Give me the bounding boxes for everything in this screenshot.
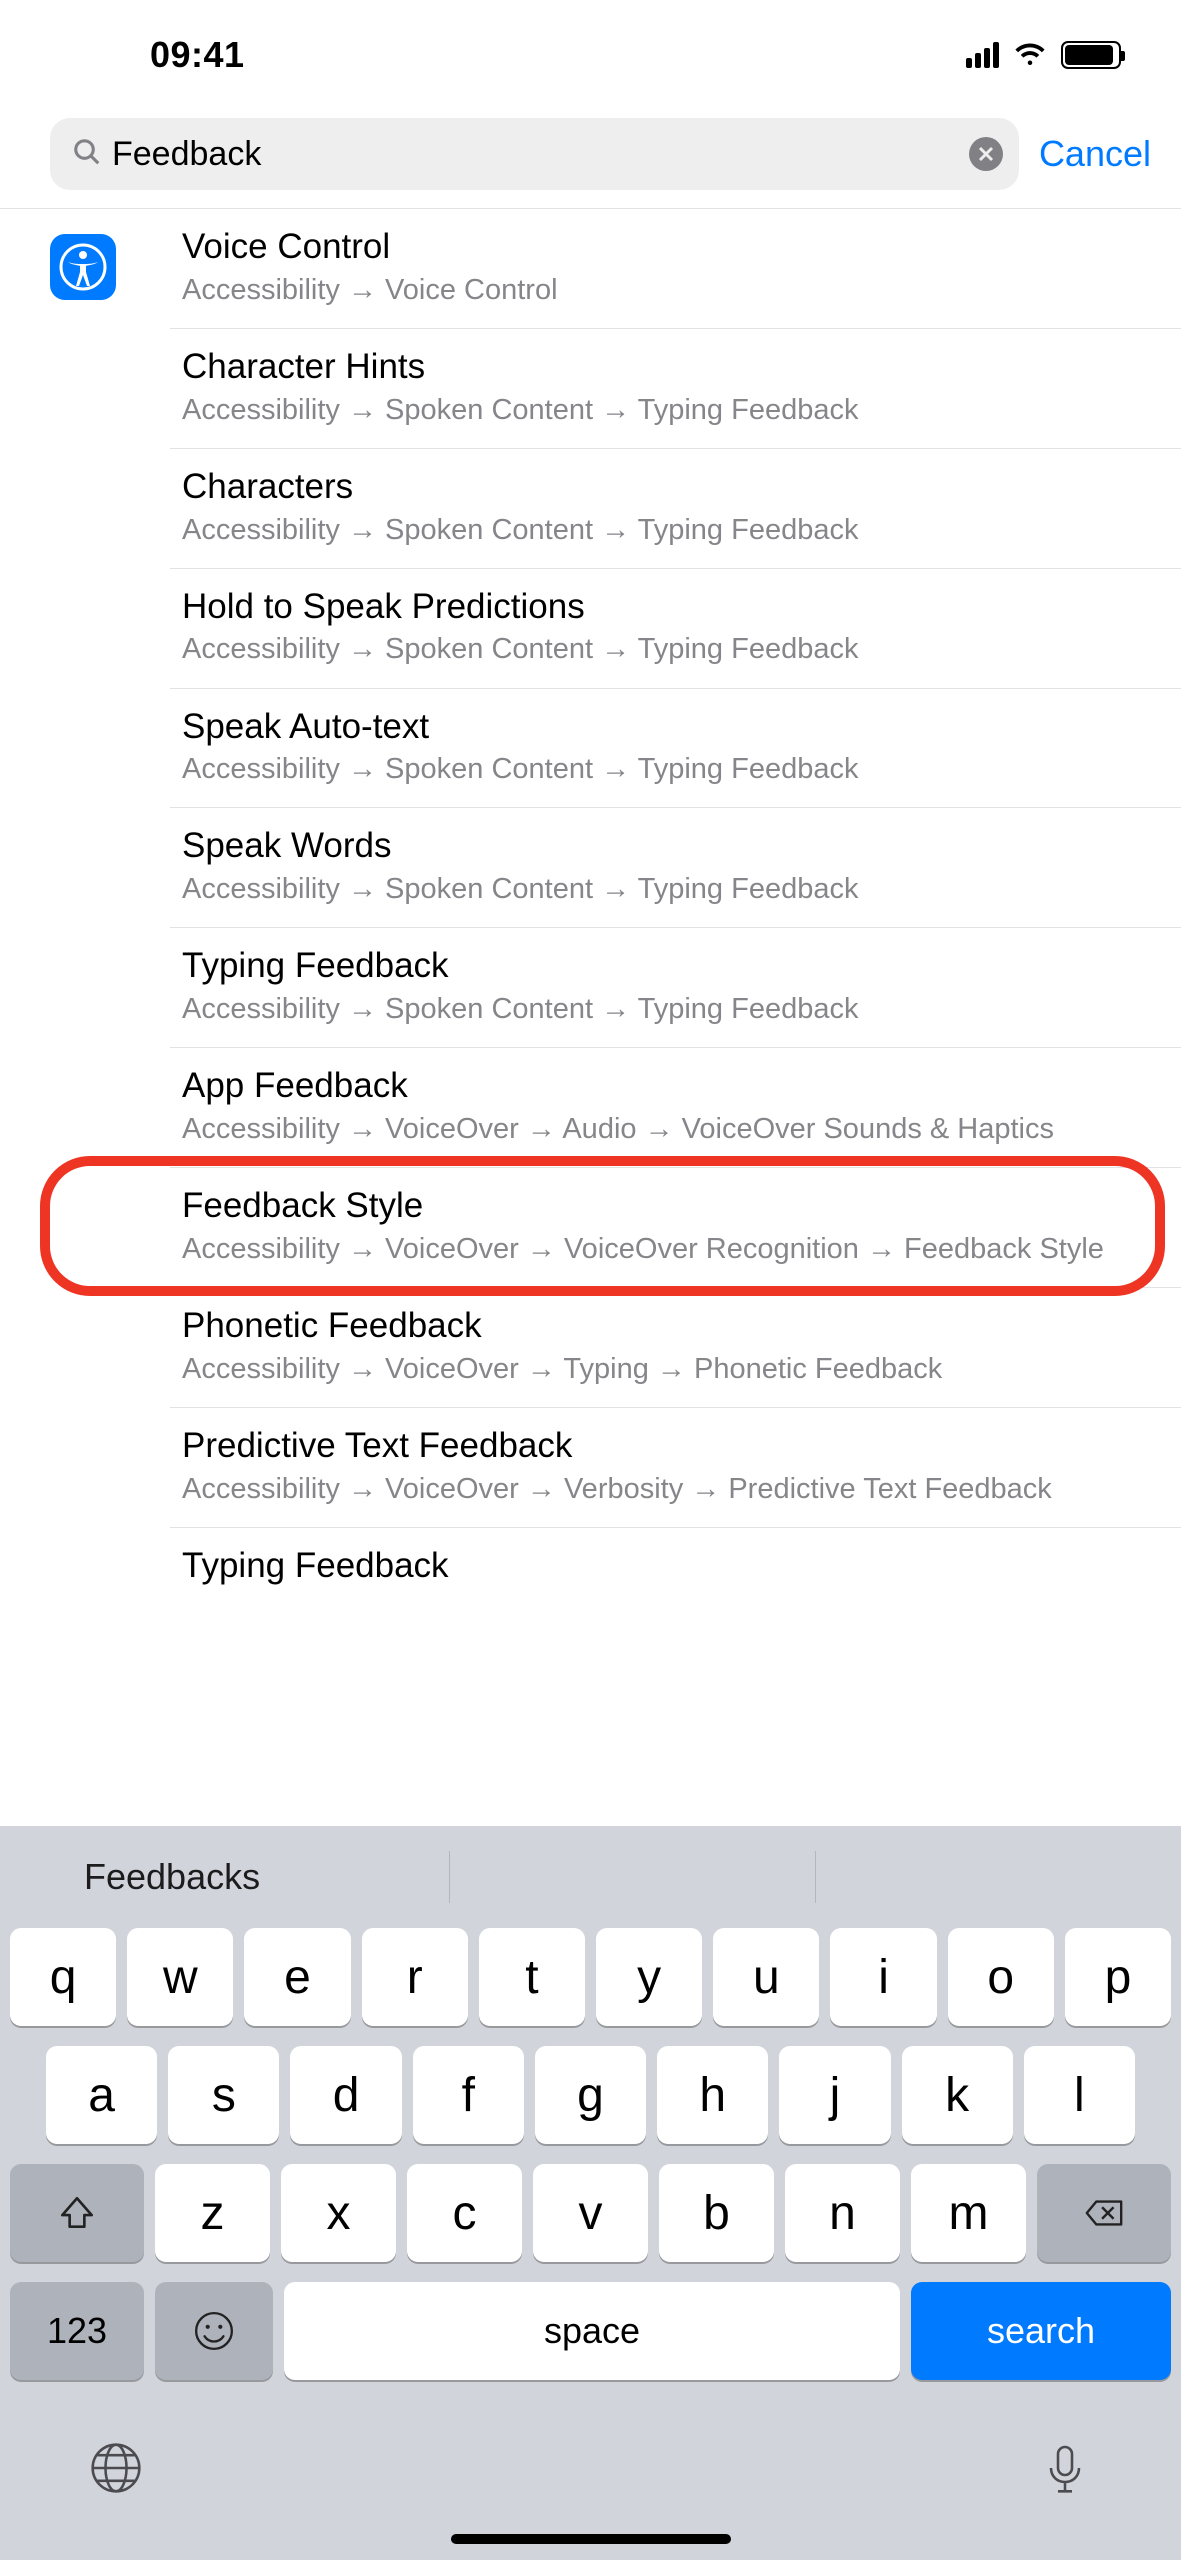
key-w[interactable]: w xyxy=(127,1928,233,2026)
result-title: Typing Feedback xyxy=(182,944,1151,988)
key-m[interactable]: m xyxy=(911,2164,1026,2262)
key-d[interactable]: d xyxy=(290,2046,401,2144)
mic-icon[interactable] xyxy=(1037,2440,1093,2501)
key-z[interactable]: z xyxy=(155,2164,270,2262)
suggestion-1[interactable]: Feedbacks xyxy=(0,1856,449,1898)
key-y[interactable]: y xyxy=(596,1928,702,2026)
result-path: Accessibility → Spoken Content → Typing … xyxy=(182,511,1151,550)
search-field[interactable] xyxy=(50,118,1019,190)
keyboard-toolbar xyxy=(0,2390,1181,2550)
key-e[interactable]: e xyxy=(244,1928,350,2026)
result-path: Accessibility → VoiceOver → Verbosity → … xyxy=(182,1470,1151,1509)
keyboard-suggestions: Feedbacks xyxy=(0,1826,1181,1928)
key-q[interactable]: q xyxy=(10,1928,116,2026)
emoji-key[interactable] xyxy=(155,2282,273,2380)
key-k[interactable]: k xyxy=(902,2046,1013,2144)
keyboard-row-2: asdfghjkl xyxy=(0,2046,1181,2144)
key-l[interactable]: l xyxy=(1024,2046,1135,2144)
result-path: Accessibility → VoiceOver → VoiceOver Re… xyxy=(182,1230,1151,1269)
search-key[interactable]: search xyxy=(911,2282,1171,2380)
key-o[interactable]: o xyxy=(948,1928,1054,2026)
accessibility-app-icon xyxy=(50,234,116,300)
key-i[interactable]: i xyxy=(830,1928,936,2026)
result-title: Predictive Text Feedback xyxy=(182,1424,1151,1468)
search-result-row[interactable]: Phonetic FeedbackAccessibility → VoiceOv… xyxy=(170,1288,1181,1408)
key-s[interactable]: s xyxy=(168,2046,279,2144)
search-result-row[interactable]: Speak Auto-textAccessibility → Spoken Co… xyxy=(170,689,1181,809)
search-results-list: Voice ControlAccessibility → Voice Contr… xyxy=(0,208,1181,1588)
search-header: Cancel xyxy=(0,110,1181,208)
search-results-area: Voice ControlAccessibility → Voice Contr… xyxy=(0,208,1181,1826)
result-path: Accessibility → Voice Control xyxy=(182,271,1151,310)
result-path: Accessibility → Spoken Content → Typing … xyxy=(182,750,1151,789)
result-title: Phonetic Feedback xyxy=(182,1304,1151,1348)
key-a[interactable]: a xyxy=(46,2046,157,2144)
search-result-row[interactable]: Voice ControlAccessibility → Voice Contr… xyxy=(170,209,1181,329)
key-g[interactable]: g xyxy=(535,2046,646,2144)
search-result-row[interactable]: Typing Feedback xyxy=(170,1528,1181,1588)
wifi-icon xyxy=(1013,40,1047,71)
search-result-row[interactable]: Feedback StyleAccessibility → VoiceOver … xyxy=(170,1168,1181,1288)
result-path: Accessibility → Spoken Content → Typing … xyxy=(182,391,1151,430)
result-path: Accessibility → Spoken Content → Typing … xyxy=(182,630,1151,669)
result-title: Feedback Style xyxy=(182,1184,1151,1228)
search-input[interactable] xyxy=(102,135,969,174)
globe-icon[interactable] xyxy=(88,2440,144,2501)
keyboard-row-1: qwertyuiop xyxy=(0,1928,1181,2026)
cellular-signal-icon xyxy=(966,42,999,68)
status-bar: 09:41 xyxy=(0,0,1181,110)
keyboard-row-3: zxcvbnm xyxy=(0,2164,1181,2262)
result-title: App Feedback xyxy=(182,1064,1151,1108)
cancel-button[interactable]: Cancel xyxy=(1039,133,1151,175)
search-icon xyxy=(72,137,102,172)
search-result-row[interactable]: Hold to Speak PredictionsAccessibility →… xyxy=(170,569,1181,689)
result-title: Typing Feedback xyxy=(182,1544,1151,1588)
result-title: Character Hints xyxy=(182,345,1151,389)
key-u[interactable]: u xyxy=(713,1928,819,2026)
key-x[interactable]: x xyxy=(281,2164,396,2262)
battery-icon xyxy=(1061,41,1121,69)
home-indicator xyxy=(451,2534,731,2544)
result-title: Characters xyxy=(182,465,1151,509)
keyboard-bottom-row: 123 space search xyxy=(0,2282,1181,2380)
clear-search-button[interactable] xyxy=(969,137,1003,171)
key-c[interactable]: c xyxy=(407,2164,522,2262)
search-result-row[interactable]: Character HintsAccessibility → Spoken Co… xyxy=(170,329,1181,449)
search-result-row[interactable]: Speak WordsAccessibility → Spoken Conten… xyxy=(170,808,1181,928)
result-path: Accessibility → VoiceOver → Audio → Voic… xyxy=(182,1110,1151,1149)
key-f[interactable]: f xyxy=(413,2046,524,2144)
search-result-row[interactable]: CharactersAccessibility → Spoken Content… xyxy=(170,449,1181,569)
backspace-key[interactable] xyxy=(1037,2164,1171,2262)
key-r[interactable]: r xyxy=(362,1928,468,2026)
result-title: Hold to Speak Predictions xyxy=(182,585,1151,629)
search-result-row[interactable]: Typing FeedbackAccessibility → Spoken Co… xyxy=(170,928,1181,1048)
result-title: Speak Auto-text xyxy=(182,705,1151,749)
key-t[interactable]: t xyxy=(479,1928,585,2026)
result-path: Accessibility → Spoken Content → Typing … xyxy=(182,990,1151,1029)
key-n[interactable]: n xyxy=(785,2164,900,2262)
status-icons xyxy=(966,40,1121,71)
key-h[interactable]: h xyxy=(657,2046,768,2144)
key-j[interactable]: j xyxy=(779,2046,890,2144)
search-result-row[interactable]: Predictive Text FeedbackAccessibility → … xyxy=(170,1408,1181,1528)
key-v[interactable]: v xyxy=(533,2164,648,2262)
keyboard: Feedbacks qwertyuiop asdfghjkl zxcvbnm 1… xyxy=(0,1826,1181,2560)
search-result-row[interactable]: App FeedbackAccessibility → VoiceOver → … xyxy=(170,1048,1181,1168)
space-key[interactable]: space xyxy=(284,2282,900,2380)
result-title: Speak Words xyxy=(182,824,1151,868)
result-path: Accessibility → Spoken Content → Typing … xyxy=(182,870,1151,909)
status-time: 09:41 xyxy=(150,34,245,76)
result-title: Voice Control xyxy=(182,225,1151,269)
key-b[interactable]: b xyxy=(659,2164,774,2262)
shift-key[interactable] xyxy=(10,2164,144,2262)
key-p[interactable]: p xyxy=(1065,1928,1171,2026)
result-path: Accessibility → VoiceOver → Typing → Pho… xyxy=(182,1350,1151,1389)
numbers-key[interactable]: 123 xyxy=(10,2282,144,2380)
